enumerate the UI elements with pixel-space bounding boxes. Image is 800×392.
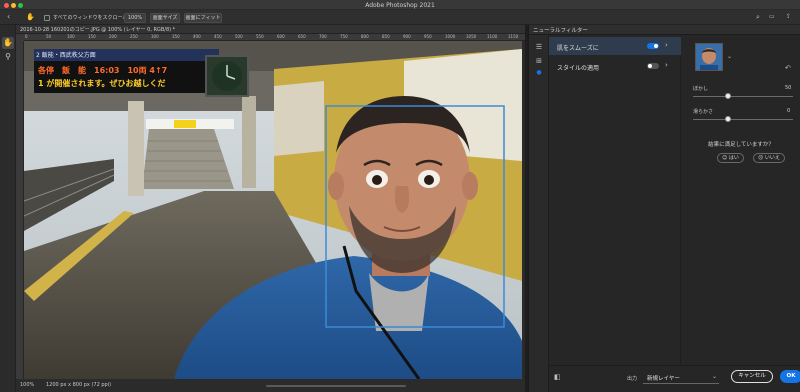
- chevron-down-icon: ⌄: [711, 373, 717, 380]
- zoom-status[interactable]: 100%: [20, 382, 34, 388]
- ruler-tick-label: 0: [25, 34, 28, 39]
- ruler-tick-label: 550: [256, 34, 264, 39]
- zoom-value-field[interactable]: 100%: [124, 12, 146, 23]
- toolbar: ✋ ⚲: [0, 25, 16, 392]
- document-canvas[interactable]: 2 飯能・西武秩父方面 各停 飯 能 16:03 10両 4↑7 1 が開催され…: [24, 41, 522, 379]
- output-value: 新規レイヤー: [647, 376, 680, 382]
- ruler-tick-label: 800: [361, 34, 369, 39]
- ruler-tick-label: 1150: [508, 34, 519, 39]
- sign-line-2: 各停 飯 能 16:03 10両 4↑7: [38, 66, 168, 75]
- dot-indicator-icon: ●: [536, 69, 542, 76]
- hand-tool-options-icon[interactable]: ✋: [26, 12, 35, 22]
- document-tab-title: 2016-10-28 160201のコピー.JPG @ 100% (レイヤー 0…: [20, 27, 176, 33]
- ok-button[interactable]: OK: [780, 370, 800, 383]
- panel-icon-strip: ☰ ⊞ ●: [529, 35, 549, 392]
- ruler-tick-label: 400: [193, 34, 201, 39]
- blur-label: ぼかし: [693, 86, 709, 92]
- ruler-corner: [16, 34, 24, 41]
- back-icon[interactable]: ‹: [7, 12, 10, 22]
- smoothness-slider-track[interactable]: [693, 119, 793, 120]
- face-thumbnail[interactable]: [695, 43, 723, 71]
- ruler-tick-label: 500: [235, 34, 243, 39]
- panel-title: ニューラルフィルター: [533, 28, 588, 34]
- blur-slider-knob[interactable]: [725, 93, 731, 99]
- vertical-ruler[interactable]: [16, 41, 24, 379]
- ruler-tick-label: 100: [67, 34, 75, 39]
- horizontal-ruler[interactable]: 0 50 100 150 200 250 300 350 400 450 500 550 600 650 7…: [24, 34, 525, 41]
- no-label: いいえ: [764, 155, 780, 161]
- output-select[interactable]: 新規レイヤー ⌄: [643, 371, 719, 384]
- ruler-tick-label: 250: [130, 34, 138, 39]
- status-bar: 100% 1200 px x 800 px (72 ppi): [16, 379, 525, 392]
- satisfaction-question: 結果に満足していますか？: [708, 142, 774, 148]
- filter-list: 肌をスムーズに › スタイルの適用 ›: [549, 35, 681, 365]
- filter-label: スタイルの適用: [557, 65, 600, 72]
- filters-list-icon[interactable]: ☰: [535, 43, 543, 51]
- blur-value[interactable]: 50: [785, 85, 791, 91]
- fill-screen-button[interactable]: 画面にフィット: [184, 12, 222, 23]
- skin-smoothing-toggle[interactable]: [647, 43, 659, 49]
- ruler-tick-label: 300: [151, 34, 159, 39]
- smoothness-slider-knob[interactable]: [725, 116, 731, 122]
- panel-tab[interactable]: ニューラルフィルター: [529, 25, 800, 35]
- chevron-down-icon[interactable]: ⌄: [727, 53, 732, 60]
- reset-icon[interactable]: ↶: [785, 64, 791, 72]
- no-button[interactable]: ☹ いいえ: [753, 153, 785, 163]
- style-transfer-toggle[interactable]: [647, 63, 659, 69]
- ruler-tick-label: 600: [277, 34, 285, 39]
- yes-button[interactable]: ☺ はい: [717, 153, 744, 163]
- ruler-tick-label: 850: [382, 34, 390, 39]
- ruler-tick-label: 750: [340, 34, 348, 39]
- window-title: Adobe Photoshop 2021: [365, 1, 435, 9]
- scroll-all-label: すべてのウィンドウをスクロール: [53, 15, 128, 21]
- add-to-selection-icon[interactable]: ⊞: [535, 57, 543, 65]
- ruler-tick-label: 450: [214, 34, 222, 39]
- ruler-tick-label: 650: [298, 34, 306, 39]
- zoom-tool-icon[interactable]: ⚲: [2, 51, 14, 63]
- ruler-tick-label: 200: [109, 34, 117, 39]
- chevron-right-icon[interactable]: ›: [665, 41, 668, 49]
- hand-tool-icon[interactable]: ✋: [2, 37, 14, 49]
- smoothness-value[interactable]: 0: [787, 108, 790, 114]
- ruler-tick-label: 1000: [445, 34, 456, 39]
- ruler-tick-label: 150: [88, 34, 96, 39]
- cancel-button[interactable]: キャンセル: [731, 370, 773, 383]
- ruler-tick-label: 950: [424, 34, 432, 39]
- filter-settings: ⌄ ↶ ぼかし 50 滑らかさ 0 結果に満足していますか？ ☺ はい ☹ いい…: [681, 35, 800, 365]
- share-icon[interactable]: ⇪: [786, 12, 791, 22]
- scroll-all-checkbox[interactable]: [44, 14, 50, 21]
- ruler-tick-label: 50: [46, 34, 52, 39]
- ruler-tick-label: 1100: [487, 34, 498, 39]
- panel-footer: ◧ 出力 新規レイヤー ⌄ キャンセル OK: [549, 365, 800, 392]
- sign-line-1: 2 飯能・西武秩父方面: [36, 52, 96, 59]
- title-bar: Adobe Photoshop 2021: [0, 0, 800, 10]
- fit-screen-button[interactable]: 画面サイズ: [150, 12, 180, 23]
- output-label: 出力: [627, 376, 638, 382]
- ruler-tick-label: 1050: [466, 34, 477, 39]
- document-tab[interactable]: 2016-10-28 160201のコピー.JPG @ 100% (レイヤー 0…: [16, 25, 525, 34]
- filter-row-style-transfer[interactable]: スタイルの適用 ›: [549, 57, 681, 75]
- vertical-scrollbar[interactable]: [522, 41, 525, 379]
- search-icon[interactable]: ⌕: [756, 12, 760, 22]
- ruler-tick-label: 700: [319, 34, 327, 39]
- options-bar: ‹ ✋ すべてのウィンドウをスクロール 100% 画面サイズ 画面にフィット ⌕…: [0, 10, 800, 25]
- document-dimensions[interactable]: 1200 px x 800 px (72 ppi): [46, 382, 111, 388]
- photo-image: [24, 41, 522, 379]
- smoothness-label: 滑らかさ: [693, 109, 714, 115]
- neural-filters-panel: ニューラルフィルター ☰ ⊞ ● 肌をスムーズに › スタイルの適用 › ⌄ ↶…: [528, 25, 800, 392]
- layers-preview-icon[interactable]: ◧: [554, 373, 561, 381]
- filter-row-skin-smoothing[interactable]: 肌をスムーズに ›: [549, 37, 681, 55]
- chevron-right-icon[interactable]: ›: [665, 61, 668, 69]
- ruler-tick-label: 350: [172, 34, 180, 39]
- blur-slider-track[interactable]: [693, 96, 793, 97]
- sign-line-3: 1 が開催されます。ぜひお越しくだ: [38, 79, 166, 88]
- yes-label: はい: [728, 155, 739, 161]
- filter-label: 肌をスムーズに: [557, 45, 599, 52]
- horizontal-scrollbar[interactable]: [266, 385, 406, 387]
- ruler-tick-label: 900: [403, 34, 411, 39]
- workspace-icon[interactable]: ▭: [769, 12, 775, 22]
